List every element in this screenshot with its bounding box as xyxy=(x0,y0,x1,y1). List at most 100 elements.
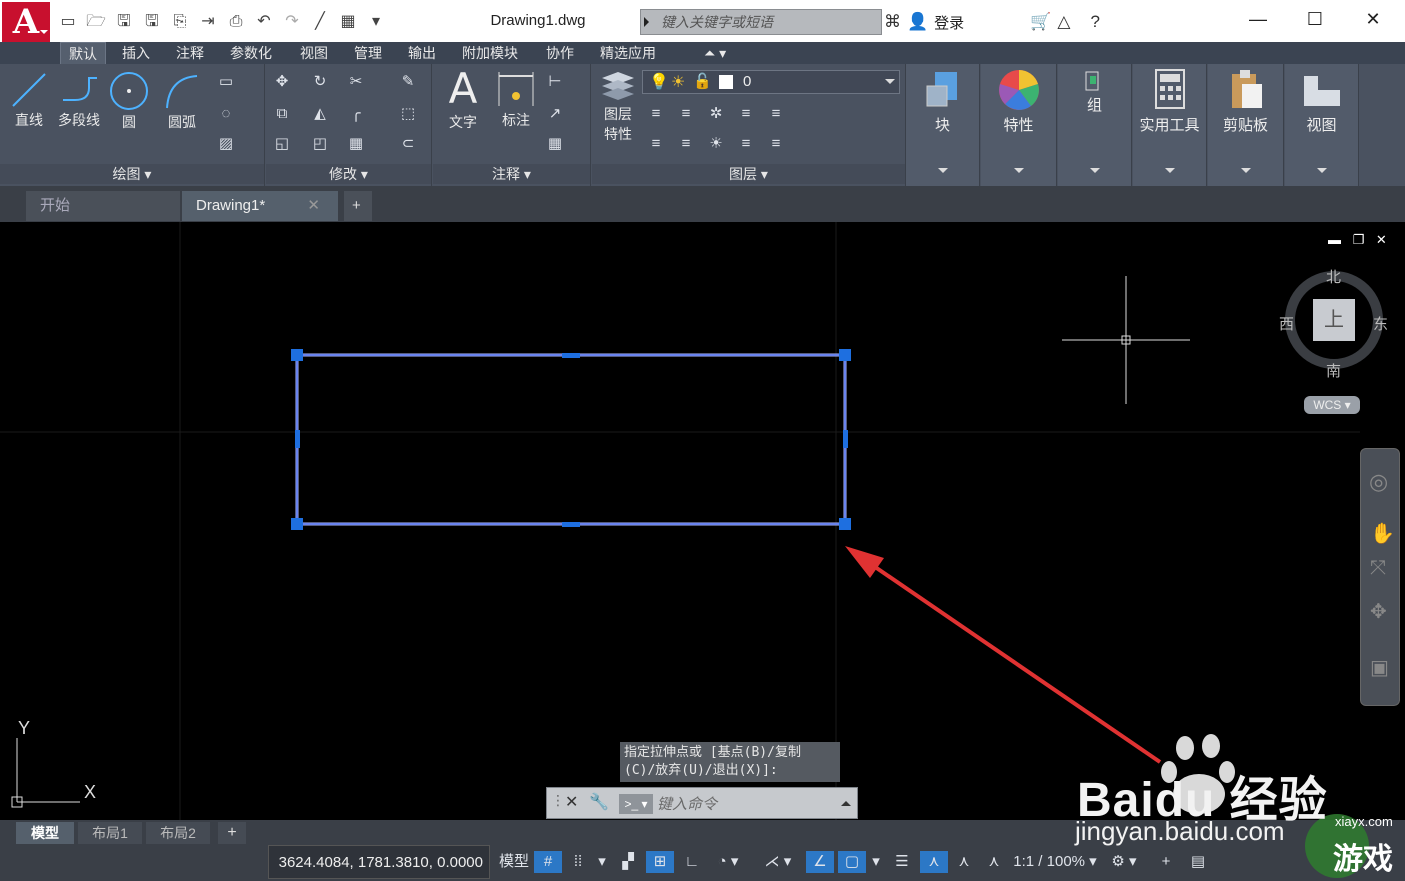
dimension-tool[interactable]: 标注 xyxy=(493,70,539,130)
workspace-icon[interactable]: ▦ xyxy=(338,12,358,32)
tab-start[interactable]: 开始 xyxy=(26,191,180,221)
new-tab-button[interactable]: + xyxy=(344,191,372,221)
layer-lock-tool-icon[interactable]: ≡ xyxy=(736,104,756,124)
layer-dropdown[interactable]: 💡 ☀ 🔓 0 xyxy=(642,70,900,94)
layer-properties-tool[interactable]: 图层 特性 xyxy=(594,68,642,144)
layer-unlock-icon[interactable]: ≡ xyxy=(736,134,756,154)
move-icon[interactable]: ✥ xyxy=(272,72,292,92)
auto-scale-icon[interactable]: ⋏ xyxy=(980,851,1008,873)
zoom-extents-icon[interactable]: ⤧ xyxy=(1370,557,1386,580)
infer-constraints-icon[interactable]: ▞ xyxy=(614,851,642,873)
tab-drawing1[interactable]: Drawing1* ✕ xyxy=(182,191,338,221)
viewcube-east[interactable]: 东 xyxy=(1373,313,1388,334)
import-icon[interactable]: ⎘ xyxy=(170,12,190,32)
annotation-scale-icon[interactable]: ⋏ xyxy=(920,851,948,873)
tab-collaborate[interactable]: 协作 xyxy=(538,42,582,64)
trim-icon[interactable]: ✂ xyxy=(346,72,366,92)
utilities-dropdown-icon[interactable] xyxy=(1164,168,1175,178)
mirror-icon[interactable]: ◭ xyxy=(310,104,330,124)
close-button[interactable]: ✕ xyxy=(1353,4,1393,34)
search-input[interactable] xyxy=(661,12,877,32)
layer-color-swatch[interactable] xyxy=(719,75,733,89)
tab-layout1[interactable]: 布局1 xyxy=(78,822,142,844)
view-dropdown-icon[interactable] xyxy=(1316,168,1327,178)
workspace-gear-icon[interactable]: ⚙ ▾ xyxy=(1104,851,1144,873)
fillet-icon[interactable]: ╭ xyxy=(346,104,366,124)
leader-icon[interactable]: ↗ xyxy=(545,104,565,124)
tab-home[interactable]: 默认 xyxy=(60,42,106,64)
table-icon[interactable]: ▦ xyxy=(545,134,565,154)
annotation-monitor-icon[interactable]: + xyxy=(1152,851,1180,873)
circle-tool[interactable]: 圆 xyxy=(106,70,152,132)
command-input[interactable] xyxy=(657,794,837,814)
offset-icon[interactable]: ⊂ xyxy=(398,134,418,154)
object-snap-tracking-icon[interactable]: ∠ xyxy=(806,851,834,873)
layer-freeze-tool-icon[interactable]: ✲ xyxy=(706,104,726,124)
help-icon[interactable]: ? xyxy=(1090,12,1099,32)
viewport-minimize-icon[interactable]: ▬ xyxy=(1328,232,1341,247)
layer-dropdown-arrow-icon[interactable] xyxy=(885,79,895,89)
model-space-button[interactable]: 模型 xyxy=(497,851,531,873)
open-file-icon[interactable]: 🗁 xyxy=(86,12,106,32)
units-icon[interactable]: ▤ xyxy=(1184,851,1212,873)
login-button[interactable]: 登录 xyxy=(934,12,964,33)
save-icon[interactable]: 🖫 xyxy=(114,12,134,32)
layer-on-tool-icon[interactable]: ≡ xyxy=(646,134,666,154)
ribbon-options-icon[interactable]: ⏶ ▾ xyxy=(696,42,734,64)
group-tool[interactable]: 组 xyxy=(1058,64,1132,186)
grid-toggle-icon[interactable]: # xyxy=(534,851,562,873)
layers-panel-title[interactable]: 图层 ▾ xyxy=(592,164,905,184)
viewport-restore-icon[interactable]: ❐ xyxy=(1353,232,1365,247)
text-tool[interactable]: A 文字 xyxy=(441,66,485,132)
annotation-visibility-icon[interactable]: ⋏ xyxy=(950,851,978,873)
a360-icon[interactable]: △ xyxy=(1057,12,1070,32)
annotation-panel-title[interactable]: 注释 ▾ xyxy=(433,164,590,184)
grip-top-mid[interactable] xyxy=(562,353,580,358)
layer-make-current-icon[interactable]: ≡ xyxy=(766,104,786,124)
user-icon[interactable]: 👤 xyxy=(907,12,928,32)
snap-dropdown-icon[interactable]: ▾ xyxy=(594,851,610,873)
tab-manage[interactable]: 管理 xyxy=(346,42,390,64)
layer-match-icon[interactable]: ≡ xyxy=(766,134,786,154)
linear-dimension-icon[interactable]: ⊢ xyxy=(545,72,565,92)
ellipse-icon[interactable]: ◌ xyxy=(216,104,236,124)
command-grip-icon[interactable]: ⋮ xyxy=(551,792,565,809)
tab-annotate[interactable]: 注释 xyxy=(168,42,212,64)
close-tab-icon[interactable]: ✕ xyxy=(307,191,320,221)
tab-featured-apps[interactable]: 精选应用 xyxy=(592,42,664,64)
copy-icon[interactable]: ⧉ xyxy=(272,104,292,124)
properties-tool[interactable]: 特性 xyxy=(981,64,1057,186)
viewcube-top-face[interactable]: 上 xyxy=(1313,299,1355,341)
tab-parametric[interactable]: 参数化 xyxy=(222,42,280,64)
redo-icon[interactable]: ↷ xyxy=(282,12,302,32)
erase-icon[interactable]: ✎ xyxy=(398,72,418,92)
selected-rectangle[interactable] xyxy=(295,353,847,526)
layer-freeze-icon[interactable]: ☀ xyxy=(671,72,685,92)
command-customize-icon[interactable]: 🔧 xyxy=(589,792,609,812)
command-history-toggle-icon[interactable] xyxy=(841,796,851,806)
object-snap-icon[interactable]: ▢ xyxy=(838,851,866,873)
grip-top-left[interactable] xyxy=(291,349,303,361)
snap-toggle-icon[interactable]: ⁞⁞ xyxy=(564,851,592,873)
draw-panel-title[interactable]: 绘图 ▾ xyxy=(0,164,264,184)
binoculars-icon[interactable]: ⌘ xyxy=(884,12,901,32)
layer-off-icon[interactable]: ≡ xyxy=(646,104,666,124)
export-icon[interactable]: ⇥ xyxy=(198,12,218,32)
layer-lock-icon[interactable]: 🔓 xyxy=(693,72,712,90)
drawing-canvas[interactable]: Y X ▬ ❐ ✕ 北 南 东 西 上 WCS ▾ xyxy=(0,222,1405,820)
add-layout-button[interactable]: + xyxy=(218,822,246,844)
scale-icon[interactable]: ◰ xyxy=(310,134,330,154)
modify-panel-title[interactable]: 修改 ▾ xyxy=(266,164,431,184)
new-file-icon[interactable]: ▭ xyxy=(58,12,78,32)
array-icon[interactable]: ▦ xyxy=(346,134,366,154)
grip-bottom-right[interactable] xyxy=(839,518,851,530)
application-menu-button[interactable]: A xyxy=(2,2,50,42)
rotate-icon[interactable]: ↻ xyxy=(310,72,330,92)
isodraft-icon[interactable]: ⋌ ▾ xyxy=(756,851,800,873)
annotation-scale-dropdown[interactable]: 1:1 / 100% ▾ xyxy=(1010,851,1100,873)
viewcube-north[interactable]: 北 xyxy=(1326,266,1341,287)
clipboard-tool[interactable]: 剪贴板 xyxy=(1208,64,1284,186)
save-as-icon[interactable]: 🖫 xyxy=(142,12,162,32)
wcs-menu[interactable]: WCS ▾ xyxy=(1304,396,1360,414)
grip-left-mid[interactable] xyxy=(295,430,300,448)
